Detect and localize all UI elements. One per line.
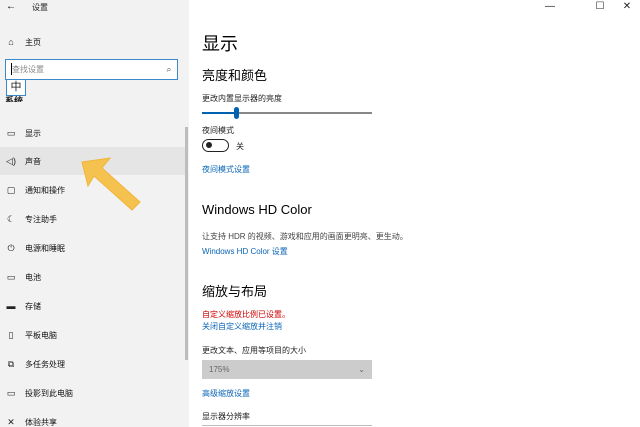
home-icon: ⌂ [8, 37, 14, 47]
signout-link[interactable]: 关闭自定义缩放并注销 [202, 321, 282, 332]
sidebar-item-multitasking[interactable]: ⧉ 多任务处理 [0, 350, 185, 378]
night-light-state: 关 [236, 142, 244, 151]
annotation-arrow-icon [81, 157, 141, 211]
search-icon[interactable]: ⌕ [161, 64, 177, 75]
project-icon: ▭ [6, 387, 16, 398]
sidebar-item-display[interactable]: ▭ 显示 [0, 119, 185, 147]
resolution-label: 显示器分辨率 [202, 412, 250, 421]
sidebar-item-label: 电源和睡眠 [25, 243, 65, 253]
toggle-knob [206, 142, 212, 148]
sidebar-scrollbar[interactable] [185, 127, 188, 360]
sidebar-item-label: 平板电脑 [25, 330, 57, 340]
maximize-button[interactable]: ☐ [585, 0, 615, 14]
title-bar: ← 设置 [0, 0, 189, 16]
search-box[interactable]: ⌕ [5, 59, 178, 80]
multitask-icon: ⧉ [7, 358, 15, 369]
sidebar-item-label: 电池 [25, 272, 41, 282]
sidebar-item-label: 投影到此电脑 [25, 388, 73, 398]
sidebar-item-tablet[interactable]: ▯ 平板电脑 [0, 321, 185, 349]
scale-dropdown-value: 175% [209, 365, 230, 374]
sidebar: ← 设置 ⌂ 主页 ⌕ 中 系统 ▭ 显示 ◁) 声音 ▢ 通知和操作 ☾ 专注… [0, 0, 189, 427]
search-input[interactable] [6, 65, 161, 74]
brightness-heading: 亮度和颜色 [202, 68, 268, 83]
text-caret [11, 63, 12, 75]
brightness-slider[interactable] [202, 107, 372, 119]
home-label: 主页 [25, 37, 41, 47]
hdr-heading: Windows HD Color [202, 202, 312, 217]
sidebar-item-label: 声音 [25, 156, 41, 166]
hdr-settings-link[interactable]: Windows HD Color 设置 [202, 246, 288, 257]
app-title: 设置 [32, 3, 48, 12]
chevron-down-icon: ⌄ [358, 365, 365, 374]
size-label: 更改文本、应用等项目的大小 [202, 346, 306, 355]
sidebar-item-battery[interactable]: ▭ 电池 [0, 263, 185, 291]
minimize-button[interactable]: — [535, 0, 565, 14]
sidebar-item-power[interactable]: ⏻ 电源和睡眠 [0, 234, 185, 262]
night-light-label: 夜间模式 [202, 126, 234, 135]
sidebar-item-projecting[interactable]: ▭ 投影到此电脑 [0, 379, 185, 407]
sidebar-item-label: 显示 [25, 128, 41, 138]
storage-icon: ▬ [6, 301, 16, 311]
close-button[interactable]: ✕ [612, 0, 640, 14]
sidebar-item-shared-experiences[interactable]: ✕ 体验共享 [0, 408, 185, 427]
main-panel: — ☐ ✕ 显示 亮度和颜色 更改内置显示器的亮度 夜间模式 关 夜间模式设置 … [189, 0, 640, 427]
scale-heading: 缩放与布局 [202, 284, 268, 299]
monitor-icon: ▭ [6, 127, 16, 138]
slider-thumb[interactable] [234, 107, 239, 119]
power-icon: ⏻ [7, 242, 15, 253]
back-arrow-icon[interactable]: ← [4, 0, 18, 14]
section-label-system: 系统 [5, 96, 24, 102]
sidebar-item-label: 多任务处理 [25, 359, 65, 369]
advanced-scaling-link[interactable]: 高级缩放设置 [202, 388, 250, 399]
notification-icon: ▢ [6, 184, 16, 195]
moon-icon: ☾ [6, 213, 16, 224]
tablet-icon: ▯ [8, 329, 14, 340]
scale-dropdown[interactable]: 175% ⌄ [202, 360, 372, 379]
battery-icon: ▭ [6, 271, 16, 282]
sidebar-item-label: 通知和操作 [25, 185, 65, 195]
speaker-icon: ◁) [6, 155, 16, 166]
sidebar-item-home[interactable]: ⌂ 主页 [0, 32, 189, 52]
resolution-dropdown-edge[interactable] [202, 425, 372, 426]
hdr-description: 让支持 HDR 的视频、游戏和应用的画面更明亮、更生动。 [202, 232, 408, 241]
slider-fill [202, 112, 236, 114]
night-light-settings-link[interactable]: 夜间模式设置 [202, 164, 250, 175]
sidebar-item-label: 专注助手 [25, 214, 57, 224]
sidebar-item-storage[interactable]: ▬ 存储 [0, 292, 185, 320]
page-title: 显示 [202, 34, 238, 54]
brightness-slider-label: 更改内置显示器的亮度 [202, 94, 282, 103]
night-light-toggle[interactable] [202, 139, 229, 152]
share-icon: ✕ [7, 416, 15, 427]
sidebar-item-label: 体验共享 [25, 417, 57, 427]
sidebar-item-label: 存储 [25, 301, 41, 311]
custom-scale-notice: 自定义缩放比例已设置。 [202, 310, 290, 319]
